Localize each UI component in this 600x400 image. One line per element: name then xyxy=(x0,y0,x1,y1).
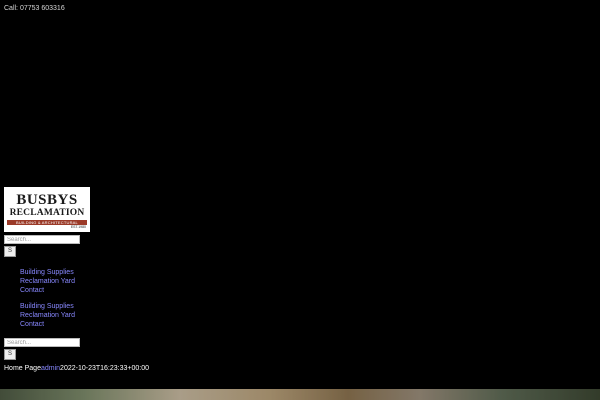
menu-item: Building Supplies xyxy=(20,268,75,277)
search-submit-button[interactable]: S xyxy=(4,349,16,360)
menu-link-building-supplies[interactable]: Building Supplies xyxy=(20,269,74,276)
post-meta: Home Pageadmin2022-10-23T16:23:33+00:00 xyxy=(4,364,149,373)
menu-link-reclamation-yard[interactable]: Reclamation Yard xyxy=(20,312,75,319)
site-logo[interactable]: BUSBYS RECLAMATION BUILDING & ARCHITECTU… xyxy=(4,187,90,232)
author-link[interactable]: admin xyxy=(41,365,60,372)
menu-item: Reclamation Yard xyxy=(20,277,75,286)
call-phone-number[interactable]: Call: 07753 603316 xyxy=(4,5,65,12)
menu-link-reclamation-yard[interactable]: Reclamation Yard xyxy=(20,278,75,285)
menu-link-contact[interactable]: Contact xyxy=(20,321,44,328)
search-form-bottom: S xyxy=(4,338,80,360)
secondary-menu: Building Supplies Reclamation Yard Conta… xyxy=(20,302,75,329)
top-bar: Call: 07753 603316 xyxy=(4,4,65,13)
menu-link-building-supplies[interactable]: Building Supplies xyxy=(20,303,74,310)
menu-item: Building Supplies xyxy=(20,302,75,311)
hero-image xyxy=(0,389,600,400)
breadcrumb-home-page: Home Page xyxy=(4,365,41,372)
logo-title-line1: BUSBYS xyxy=(16,192,78,208)
logo-established: EST.1980 xyxy=(70,225,86,229)
menu-link-contact[interactable]: Contact xyxy=(20,287,44,294)
search-input[interactable] xyxy=(4,235,80,244)
hero-image-shade xyxy=(0,389,600,400)
logo-title-line2: RECLAMATION xyxy=(9,208,85,218)
menu-item: Contact xyxy=(20,286,75,295)
search-submit-button[interactable]: S xyxy=(4,246,16,257)
search-form-top: S xyxy=(4,235,80,257)
menu-item: Contact xyxy=(20,320,75,329)
menu-item: Reclamation Yard xyxy=(20,311,75,320)
search-input[interactable] xyxy=(4,338,80,347)
post-datetime: 2022-10-23T16:23:33+00:00 xyxy=(60,365,149,372)
primary-menu: Building Supplies Reclamation Yard Conta… xyxy=(20,268,75,295)
